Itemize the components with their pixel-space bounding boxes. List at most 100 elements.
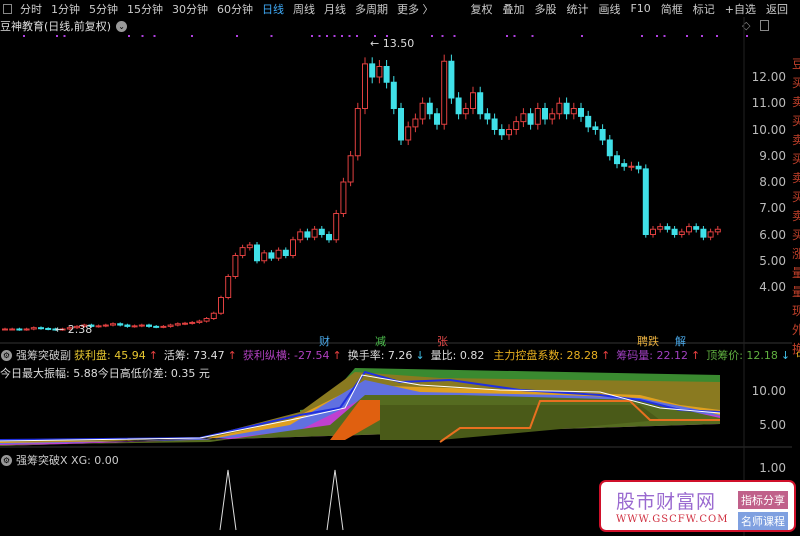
- indicator-value: 筹码量: 22.12 ↑: [616, 347, 703, 363]
- indicator-label: 量比: 0.82: [430, 349, 485, 362]
- candle: [714, 228, 721, 233]
- candle: [650, 228, 656, 235]
- candle: [347, 155, 354, 183]
- quote-label: 买: [792, 228, 800, 242]
- candle: [225, 276, 232, 298]
- price-axis-label: 7.00: [759, 201, 786, 216]
- candle: [506, 129, 512, 136]
- indicator2-name[interactable]: 强筹突破X: [16, 452, 68, 468]
- watermark-title: 股市财富网: [616, 491, 717, 513]
- candle: [455, 97, 462, 115]
- quote-label: 买: [792, 152, 800, 166]
- low-price-label: ← 2.38: [55, 323, 92, 336]
- watermark-tag: 指标分享: [738, 491, 788, 509]
- candle: [362, 63, 368, 109]
- price-axis-label: 6.00: [759, 227, 786, 242]
- candle: [628, 165, 635, 168]
- quote-label: 外: [792, 323, 800, 337]
- candle: [95, 325, 102, 328]
- price-axis-label: 9.00: [759, 148, 786, 163]
- candle: [196, 320, 203, 323]
- quote-label: 卖: [792, 209, 800, 223]
- candle: [563, 102, 570, 115]
- quote-label: 量: [792, 285, 800, 299]
- price-axis-label: 10.00: [751, 122, 786, 137]
- trend-arrow-icon: ↓: [415, 349, 425, 362]
- trend-arrow-icon: ↑: [690, 349, 701, 362]
- candle: [203, 318, 210, 322]
- candle: [520, 113, 527, 123]
- ind-axis-label: 5.00: [759, 418, 786, 432]
- signal-dot: [326, 35, 328, 37]
- quote-label: 买: [792, 114, 800, 128]
- signal-dot: [191, 35, 193, 37]
- quote-label: 量: [792, 266, 800, 280]
- signal-dot: [270, 35, 273, 37]
- candle: [556, 102, 563, 115]
- signal-dot: [716, 35, 718, 37]
- candle: [534, 108, 541, 125]
- candle: [239, 247, 246, 256]
- price-axis-label: 12.00: [751, 70, 786, 84]
- indicator-value: 换手率: 7.26 ↓: [348, 347, 428, 363]
- candle: [153, 325, 160, 328]
- candle: [102, 324, 109, 327]
- candle: [585, 115, 592, 128]
- settings-icon[interactable]: ⚙: [1, 349, 12, 361]
- signal-dot: [746, 35, 748, 37]
- candle: [405, 126, 412, 141]
- signal-dot: [686, 35, 688, 37]
- indicator1-name[interactable]: 强筹突破副: [16, 347, 71, 363]
- candle: [419, 102, 426, 120]
- candle: [570, 108, 577, 115]
- candle: [390, 81, 397, 109]
- kline-chart[interactable]: ← 13.50 ← 2.38: [0, 0, 800, 536]
- candle: [614, 155, 620, 165]
- quote-label: 涨: [792, 247, 800, 261]
- candle: [484, 113, 491, 120]
- candle: [45, 327, 52, 330]
- quote-label: 卖: [792, 171, 800, 185]
- candle: [304, 231, 311, 238]
- candle: [621, 163, 628, 167]
- indicator-label: 获利纵横: -27.54: [242, 349, 330, 362]
- candle: [9, 328, 16, 331]
- watermark-tag: 名师课程: [738, 512, 788, 530]
- settings-icon[interactable]: ⚙: [1, 454, 12, 466]
- indicator-label: 获利盘: 45.94: [74, 349, 146, 362]
- candle: [246, 244, 253, 249]
- watermark-logo: 股市财富网 WWW.GSCFW.COM 指标分享 名师课程: [599, 480, 796, 532]
- candle: [2, 328, 8, 331]
- candle: [275, 249, 282, 259]
- candle: [642, 168, 649, 235]
- candle: [470, 92, 476, 109]
- signal-dot: [153, 35, 156, 37]
- quote-label: 买: [792, 76, 800, 90]
- candle: [462, 108, 469, 115]
- candle: [189, 321, 196, 324]
- signal-dot: [453, 35, 456, 37]
- candle: [30, 327, 37, 330]
- candle: [527, 113, 534, 125]
- signal-dot: [318, 35, 321, 37]
- signal-dot: [63, 35, 66, 37]
- candle: [124, 324, 131, 327]
- candle: [599, 129, 606, 141]
- candle: [635, 165, 642, 170]
- indicator-label: 活筹: 73.47: [163, 349, 225, 362]
- signal-dot: [656, 35, 658, 37]
- candle: [491, 118, 498, 130]
- xg-signal-spike: [326, 469, 344, 531]
- high-price-label: ← 13.50: [370, 37, 414, 50]
- indicator-label: 顶筹价: 12.18: [706, 349, 778, 362]
- candle: [268, 252, 275, 259]
- ind-axis-label: 10.00: [751, 384, 786, 398]
- candle: [412, 118, 419, 128]
- candle: [549, 113, 556, 120]
- candle: [426, 102, 433, 115]
- signal-dot: [581, 35, 583, 37]
- candle: [297, 231, 304, 241]
- signal-dot: [513, 35, 516, 37]
- signal-dot: [431, 35, 433, 37]
- candle: [707, 231, 714, 238]
